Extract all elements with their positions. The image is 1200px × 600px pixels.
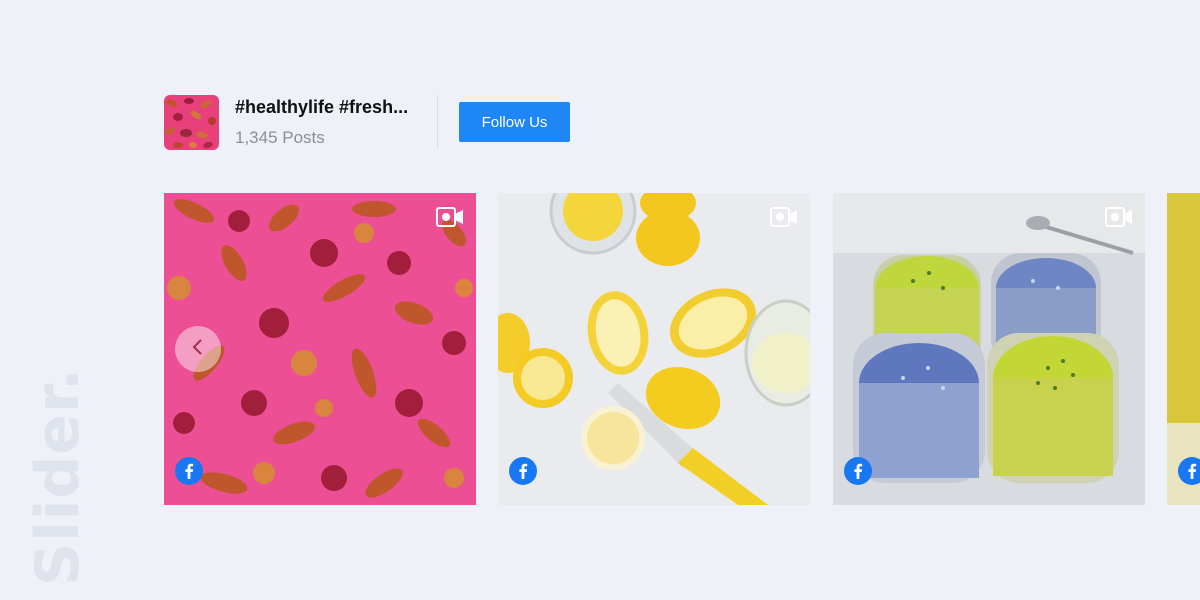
follow-us-button[interactable]: Follow Us — [459, 102, 570, 142]
post-image — [498, 193, 810, 505]
facebook-icon — [175, 457, 203, 490]
slider-prev-button[interactable] — [175, 326, 221, 372]
post-card[interactable] — [1167, 193, 1200, 505]
video-camera-icon — [1105, 207, 1133, 232]
facebook-icon — [844, 457, 872, 490]
post-card[interactable] — [833, 193, 1145, 505]
post-slider — [164, 193, 1200, 505]
post-count: 1,345 Posts — [235, 128, 325, 147]
facebook-icon — [1178, 457, 1200, 490]
chevron-left-icon — [191, 338, 205, 361]
video-camera-icon — [436, 207, 464, 232]
feed-title: #healthylife #fresh... — [235, 97, 409, 117]
post-card[interactable] — [498, 193, 810, 505]
facebook-icon — [509, 457, 537, 490]
post-image — [833, 193, 1145, 505]
header-divider — [437, 95, 438, 149]
video-camera-icon — [770, 207, 798, 232]
feed-header: #healthylife #fresh... 1,345 Posts Follo… — [164, 94, 570, 150]
slider-watermark: Slider. — [23, 367, 93, 586]
feed-avatar — [164, 94, 219, 150]
